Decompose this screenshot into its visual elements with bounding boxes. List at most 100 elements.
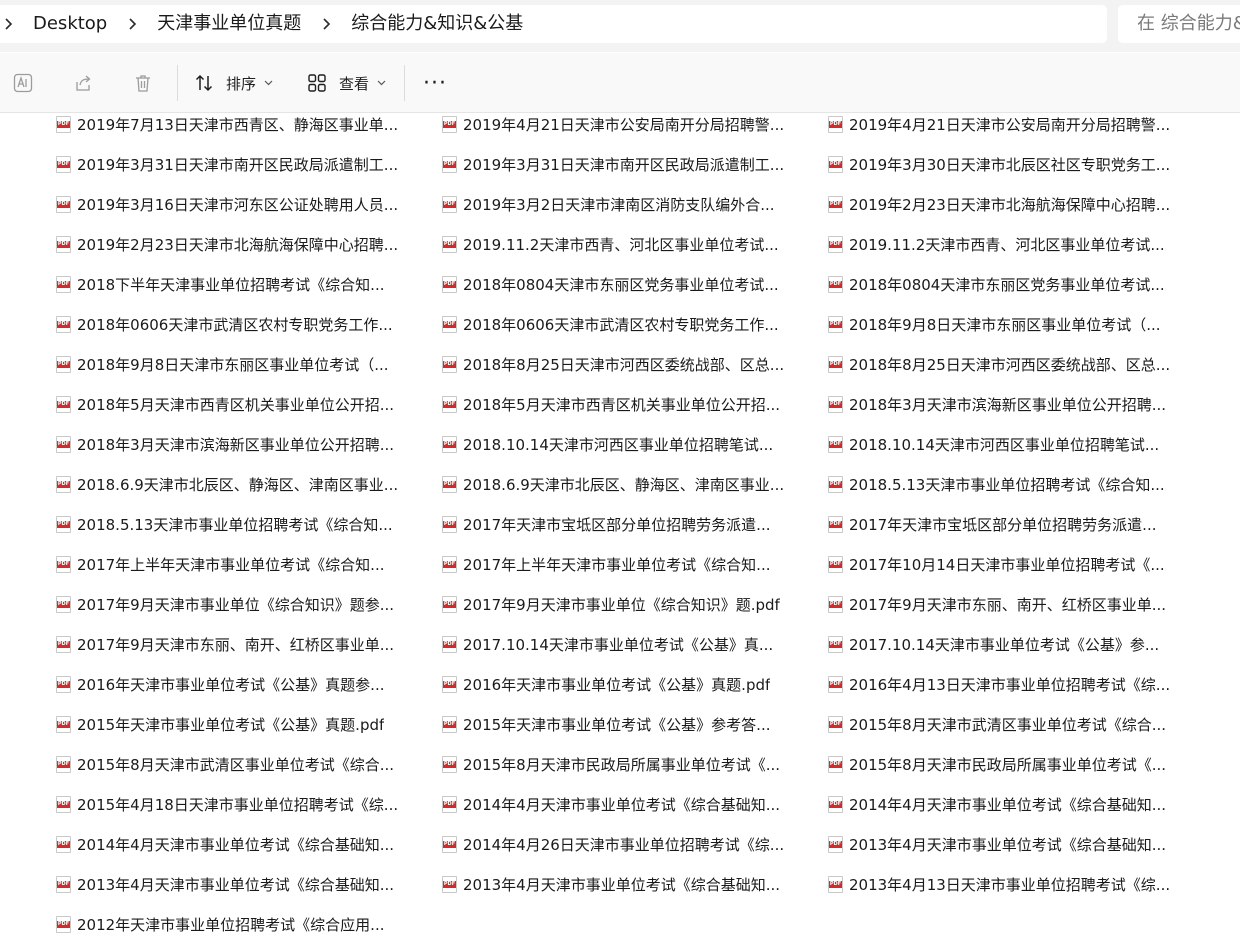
file-item[interactable]: 2017年9月天津市东丽、南开、红桥区事业单... bbox=[828, 593, 1198, 615]
file-name: 2019年7月13日天津市西青区、静海区事业单... bbox=[77, 115, 399, 134]
file-item[interactable]: 2017.10.14天津市事业单位考试《公基》参... bbox=[828, 633, 1198, 655]
file-item[interactable]: 2015年4月18日天津市事业单位招聘考试《综... bbox=[56, 793, 426, 815]
file-item[interactable]: 2019年3月31日天津市南开区民政局派遣制工... bbox=[56, 153, 426, 175]
file-name: 2017年10月14日天津市事业单位招聘考试《... bbox=[849, 555, 1165, 574]
file-item[interactable]: 2016年天津市事业单位考试《公基》真题参... bbox=[56, 673, 426, 695]
file-item[interactable]: 2012年天津市事业单位招聘考试《综合应用... bbox=[56, 913, 426, 935]
file-item[interactable]: 2018年9月8日天津市东丽区事业单位考试（... bbox=[828, 313, 1198, 335]
file-name: 2013年4月天津市事业单位考试《综合基础知... bbox=[849, 835, 1167, 854]
pdf-file-icon bbox=[442, 115, 457, 133]
file-item[interactable]: 2013年4月天津市事业单位考试《综合基础知... bbox=[828, 833, 1198, 855]
pdf-file-icon bbox=[442, 795, 457, 813]
file-item[interactable]: 2017年天津市宝坻区部分单位招聘劳务派遣... bbox=[828, 513, 1198, 535]
chevron-right-icon[interactable] bbox=[123, 5, 141, 43]
file-item[interactable]: 2015年天津市事业单位考试《公基》参考答... bbox=[442, 713, 812, 735]
pdf-file-icon bbox=[442, 355, 457, 373]
file-item[interactable]: 2015年8月天津市武清区事业单位考试《综合... bbox=[56, 753, 426, 775]
file-item[interactable]: 2017年天津市宝坻区部分单位招聘劳务派遣... bbox=[442, 513, 812, 535]
file-item[interactable]: 2013年4月天津市事业单位考试《综合基础知... bbox=[56, 873, 426, 895]
pdf-file-icon bbox=[56, 595, 71, 613]
file-item[interactable]: 2014年4月天津市事业单位考试《综合基础知... bbox=[442, 793, 812, 815]
file-name: 2018.6.9天津市北辰区、静海区、津南区事业... bbox=[463, 475, 785, 494]
pdf-file-icon bbox=[442, 275, 457, 293]
file-item[interactable]: 2018年0606天津市武清区农村专职党务工作... bbox=[56, 313, 426, 335]
file-item[interactable]: 2018年0804天津市东丽区党务事业单位考试... bbox=[442, 273, 812, 295]
file-item[interactable]: 2015年8月天津市武清区事业单位考试《综合... bbox=[828, 713, 1198, 735]
search-input[interactable]: 在 综合能力&知识&公基 中搜索 bbox=[1118, 5, 1240, 43]
file-item[interactable]: 2018年5月天津市西青区机关事业单位公开招... bbox=[56, 393, 426, 415]
chevron-right-icon[interactable] bbox=[0, 5, 16, 43]
file-item[interactable]: 2013年4月13日天津市事业单位招聘考试《综... bbox=[828, 873, 1198, 895]
pdf-file-icon bbox=[828, 115, 843, 133]
file-item[interactable]: 2019.11.2天津市西青、河北区事业单位考试... bbox=[828, 233, 1198, 255]
file-item[interactable]: 2019年4月21日天津市公安局南开分局招聘警... bbox=[828, 113, 1198, 135]
file-item[interactable]: 2019年7月13日天津市西青区、静海区事业单... bbox=[56, 113, 426, 135]
sort-button[interactable]: 排序 bbox=[194, 65, 273, 101]
file-item[interactable]: 2019年3月31日天津市南开区民政局派遣制工... bbox=[442, 153, 812, 175]
view-button[interactable]: 查看 bbox=[307, 65, 386, 101]
file-item[interactable]: 2019.11.2天津市西青、河北区事业单位考试... bbox=[442, 233, 812, 255]
file-name: 2015年8月天津市民政局所属事业单位考试《... bbox=[463, 755, 781, 774]
file-item[interactable]: 2014年4月天津市事业单位考试《综合基础知... bbox=[828, 793, 1198, 815]
file-item[interactable]: 2018.10.14天津市河西区事业单位招聘笔试... bbox=[442, 433, 812, 455]
file-item[interactable]: 2018年8月25日天津市河西区委统战部、区总... bbox=[442, 353, 812, 375]
delete-button[interactable] bbox=[128, 65, 158, 101]
file-item[interactable]: 2019年3月16日天津市河东区公证处聘用人员... bbox=[56, 193, 426, 215]
pdf-file-icon bbox=[442, 195, 457, 213]
file-item[interactable]: 2015年天津市事业单位考试《公基》真题.pdf bbox=[56, 713, 426, 735]
file-item[interactable]: 2019年2月23日天津市北海航海保障中心招聘... bbox=[56, 233, 426, 255]
file-item[interactable]: 2015年8月天津市民政局所属事业单位考试《... bbox=[442, 753, 812, 775]
file-name: 2017.10.14天津市事业单位考试《公基》参... bbox=[849, 635, 1160, 654]
file-item[interactable]: 2013年4月天津市事业单位考试《综合基础知... bbox=[442, 873, 812, 895]
file-name: 2015年天津市事业单位考试《公基》参考答... bbox=[463, 715, 771, 734]
pdf-file-icon bbox=[828, 475, 843, 493]
rename-button[interactable] bbox=[8, 65, 38, 101]
file-name: 2018年5月天津市西青区机关事业单位公开招... bbox=[77, 395, 395, 414]
pdf-file-icon bbox=[56, 755, 71, 773]
file-item[interactable]: 2017年上半年天津市事业单位考试《综合知... bbox=[56, 553, 426, 575]
pdf-file-icon bbox=[56, 635, 71, 653]
file-item[interactable]: 2014年4月天津市事业单位考试《综合基础知... bbox=[56, 833, 426, 855]
file-item[interactable]: 2018.6.9天津市北辰区、静海区、津南区事业... bbox=[56, 473, 426, 495]
file-item[interactable]: 2018.6.9天津市北辰区、静海区、津南区事业... bbox=[442, 473, 812, 495]
breadcrumb-current-folder[interactable]: 综合能力&知识&公基 bbox=[335, 5, 539, 43]
file-item[interactable]: 2019年3月30日天津市北辰区社区专职党务工... bbox=[828, 153, 1198, 175]
pdf-file-icon bbox=[56, 355, 71, 373]
file-item[interactable]: 2018.5.13天津市事业单位招聘考试《综合知... bbox=[828, 473, 1198, 495]
file-item[interactable]: 2018年9月8日天津市东丽区事业单位考试（... bbox=[56, 353, 426, 375]
file-item[interactable]: 2017年9月天津市事业单位《综合知识》题参... bbox=[56, 593, 426, 615]
file-item[interactable]: 2018年0804天津市东丽区党务事业单位考试... bbox=[828, 273, 1198, 295]
file-item[interactable]: 2017年10月14日天津市事业单位招聘考试《... bbox=[828, 553, 1198, 575]
chevron-right-icon[interactable] bbox=[317, 5, 335, 43]
file-item[interactable]: 2018.5.13天津市事业单位招聘考试《综合知... bbox=[56, 513, 426, 535]
file-name: 2019年4月21日天津市公安局南开分局招聘警... bbox=[463, 115, 785, 134]
file-item[interactable]: 2018年3月天津市滨海新区事业单位公开招聘... bbox=[828, 393, 1198, 415]
file-item[interactable]: 2017年9月天津市事业单位《综合知识》题.pdf bbox=[442, 593, 812, 615]
more-options-button[interactable]: ··· bbox=[420, 65, 450, 101]
file-item[interactable]: 2019年4月21日天津市公安局南开分局招聘警... bbox=[442, 113, 812, 135]
file-item[interactable]: 2019年2月23日天津市北海航海保障中心招聘... bbox=[828, 193, 1198, 215]
file-item[interactable]: 2018下半年天津事业单位招聘考试《综合知... bbox=[56, 273, 426, 295]
share-button[interactable] bbox=[68, 65, 98, 101]
file-item[interactable]: 2019年3月2日天津市津南区消防支队编外合... bbox=[442, 193, 812, 215]
file-item[interactable]: 2016年天津市事业单位考试《公基》真题.pdf bbox=[442, 673, 812, 695]
more-options-label: ··· bbox=[423, 70, 447, 96]
file-item[interactable]: 2018.10.14天津市河西区事业单位招聘笔试... bbox=[828, 433, 1198, 455]
breadcrumb-folder-tianjin[interactable]: 天津事业单位真题 bbox=[141, 5, 317, 43]
file-name: 2018年3月天津市滨海新区事业单位公开招聘... bbox=[849, 395, 1167, 414]
breadcrumb-desktop[interactable]: Desktop bbox=[16, 5, 123, 43]
sort-arrows-icon bbox=[194, 73, 214, 93]
file-item[interactable]: 2016年4月13日天津市事业单位招聘考试《综... bbox=[828, 673, 1198, 695]
file-item[interactable]: 2017年9月天津市东丽、南开、红桥区事业单... bbox=[56, 633, 426, 655]
file-item[interactable]: 2018年8月25日天津市河西区委统战部、区总... bbox=[828, 353, 1198, 375]
file-name: 2018年5月天津市西青区机关事业单位公开招... bbox=[463, 395, 781, 414]
file-item[interactable]: 2018年3月天津市滨海新区事业单位公开招聘... bbox=[56, 433, 426, 455]
file-item[interactable]: 2015年8月天津市民政局所属事业单位考试《... bbox=[828, 753, 1198, 775]
file-item[interactable]: 2018年5月天津市西青区机关事业单位公开招... bbox=[442, 393, 812, 415]
file-item[interactable]: 2017年上半年天津市事业单位考试《综合知... bbox=[442, 553, 812, 575]
breadcrumb[interactable]: Desktop 天津事业单位真题 综合能力&知识&公基 bbox=[0, 5, 1107, 43]
file-item[interactable]: 2014年4月26日天津市事业单位招聘考试《综... bbox=[442, 833, 812, 855]
file-item[interactable]: 2018年0606天津市武清区农村专职党务工作... bbox=[442, 313, 812, 335]
file-item[interactable]: 2017.10.14天津市事业单位考试《公基》真... bbox=[442, 633, 812, 655]
file-name: 2019.11.2天津市西青、河北区事业单位考试... bbox=[849, 235, 1165, 254]
